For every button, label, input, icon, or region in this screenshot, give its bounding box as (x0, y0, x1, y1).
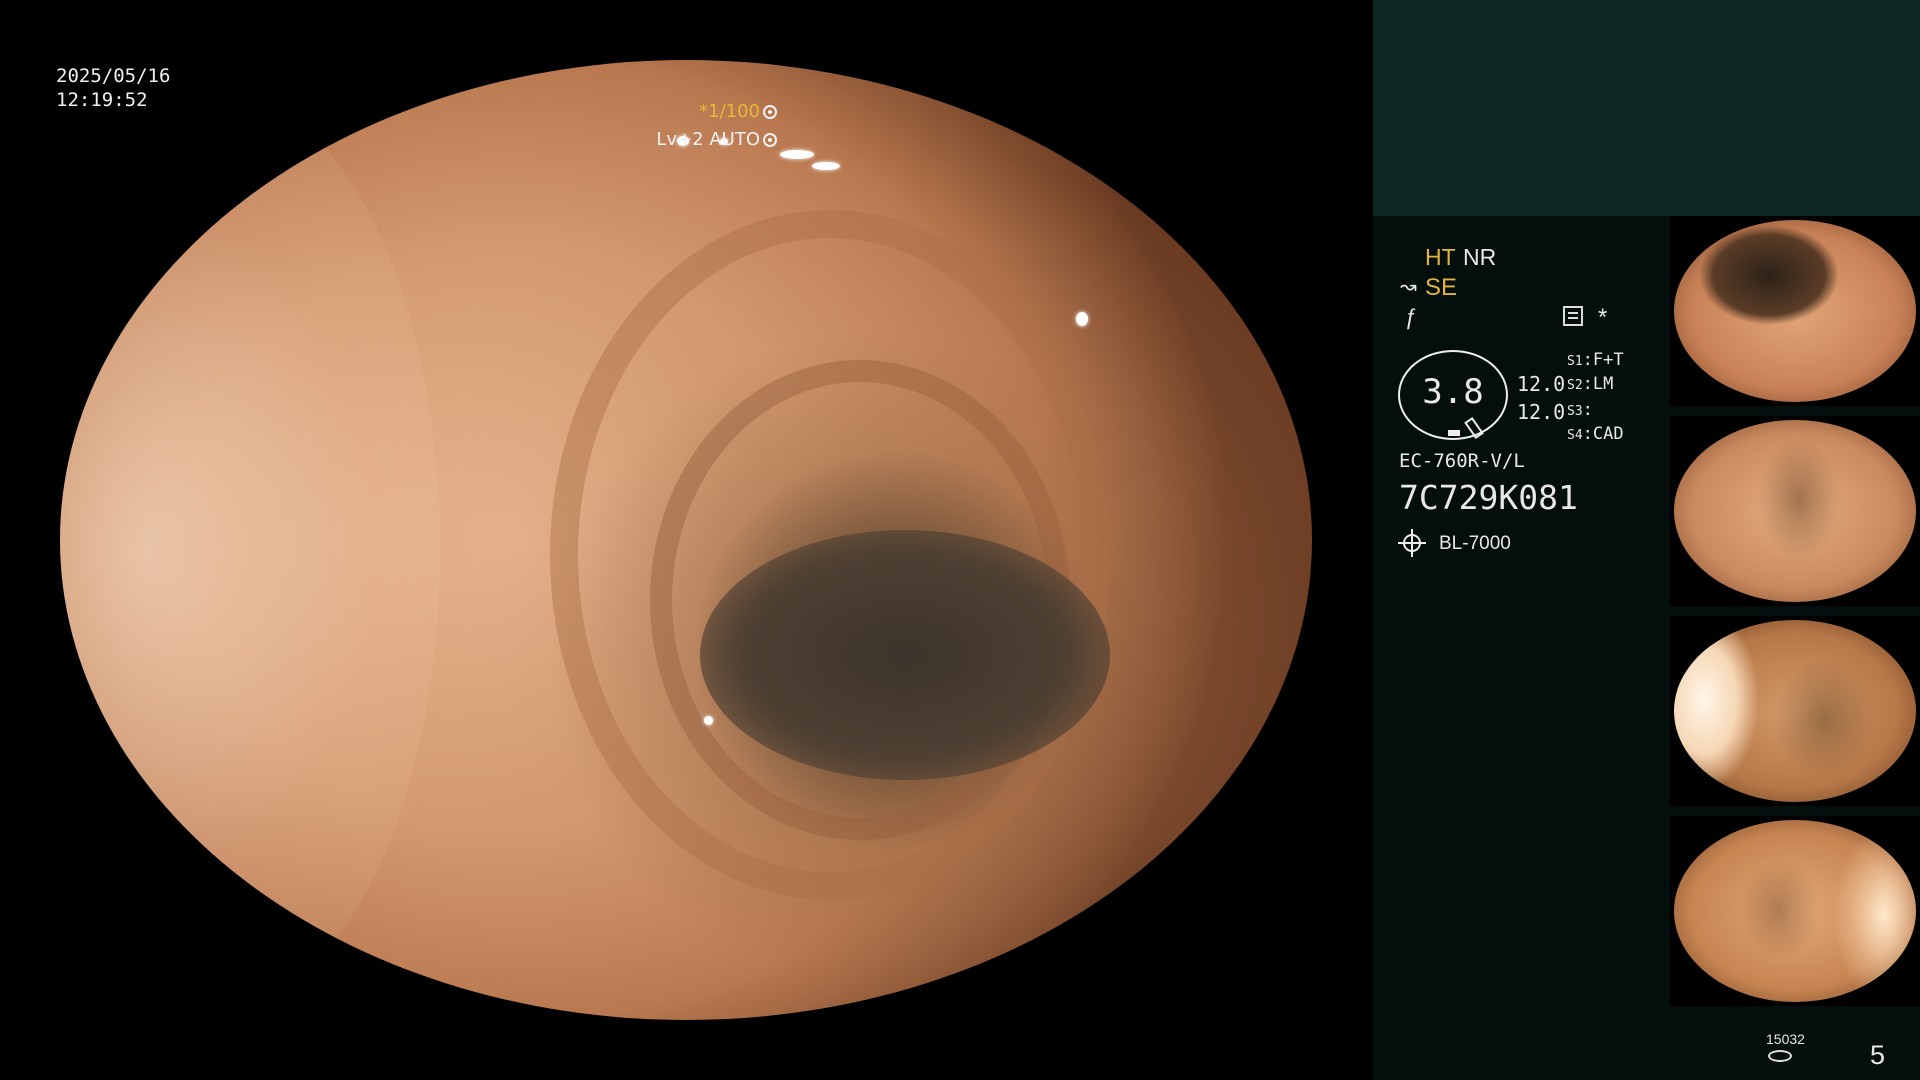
gauge-marker (1448, 430, 1460, 436)
captured-image-thumbnail-4[interactable] (1670, 816, 1920, 1006)
colon-lumen (700, 530, 1110, 780)
mucosal-fold-highlight (60, 100, 440, 1000)
structure-enhancement-icon: ↝ (1400, 276, 1417, 298)
captured-image-thumbnail-1[interactable] (1670, 216, 1920, 406)
thumbnail-image (1674, 220, 1916, 402)
light-source-model: BL-7000 (1439, 533, 1511, 554)
thumbnail-image (1674, 620, 1916, 802)
light-reflection (780, 150, 814, 159)
aperture-icon (763, 105, 777, 119)
value-readout-2: 12.0 (1517, 400, 1566, 424)
captured-image-thumbnail-2[interactable] (1670, 416, 1920, 606)
storage-icon (1768, 1050, 1792, 1062)
shutter-speed: *1/100 (699, 100, 777, 124)
switch-s3: S3: (1567, 400, 1593, 420)
se-indicator: SE (1425, 274, 1458, 301)
light-reflection (812, 162, 840, 170)
switch-s1: S1:F+T (1567, 350, 1624, 370)
thumbnail-image (1674, 820, 1916, 1002)
switch-s2: S2:LM (1567, 374, 1614, 394)
light-reflection (704, 716, 713, 725)
function-icon: ƒ (1404, 304, 1417, 329)
endoscope-view: 2025/05/16 12:19:52 *1/100 Lv+2 AUTO (0, 0, 1373, 1080)
iris-level: Lv+2 AUTO (656, 128, 777, 152)
iris-level-value: Lv+2 AUTO (656, 129, 760, 150)
light-reflection (1076, 312, 1088, 326)
ht-indicator: HT (1425, 244, 1456, 270)
nr-indicator: NR (1463, 244, 1497, 270)
memo-icon (1563, 306, 1583, 326)
shutter-value: *1/100 (699, 101, 760, 122)
value-readout-1: 12.0 (1517, 372, 1566, 396)
exam-date: 2025/05/16 (56, 65, 171, 87)
thumbnail-image (1674, 420, 1916, 602)
page-number: 5 (1870, 1040, 1886, 1070)
gauge-value: 3.8 (1422, 372, 1484, 412)
image-counter: 15032 (1766, 1031, 1805, 1047)
scope-serial: 7C729K081 (1399, 478, 1578, 517)
iris-icon (763, 133, 777, 147)
endoscopic-image (60, 60, 1312, 1020)
patient-info-area (1373, 0, 1920, 216)
scope-model: EC-760R-V/L (1399, 450, 1525, 472)
captured-image-thumbnail-3[interactable] (1670, 616, 1920, 806)
switch-s4: S4:CAD (1567, 424, 1624, 444)
asterisk-indicator: * (1598, 304, 1608, 331)
light-source-icon (1398, 529, 1426, 557)
exam-time: 12:19:52 (56, 89, 148, 111)
